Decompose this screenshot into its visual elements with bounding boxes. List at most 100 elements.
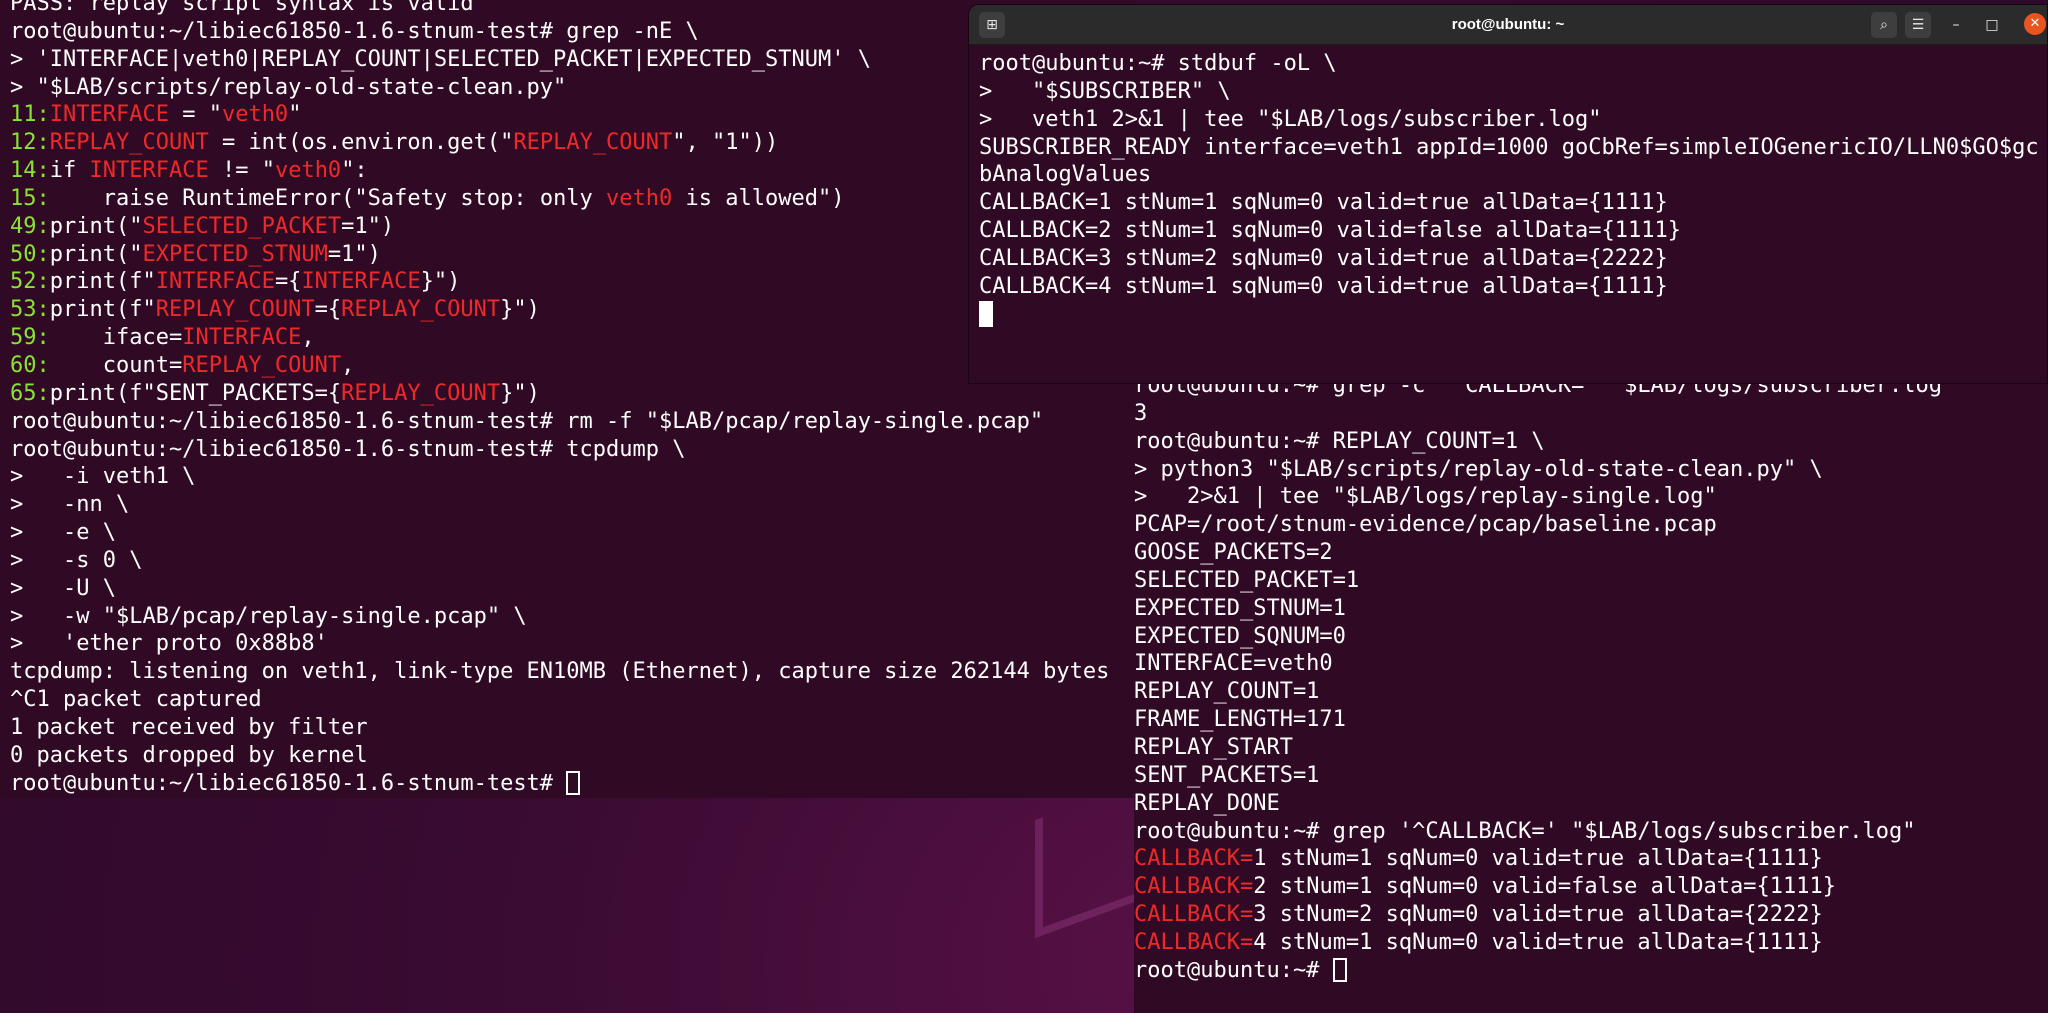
terminal-text: INTERFACE=veth0: [1134, 651, 1333, 677]
terminal-line: 12:REPLAY_COUNT = int(os.environ.get("RE…: [10, 129, 1135, 157]
terminal-line: root@ubuntu:~# grep '^CALLBACK=' "$LAB/l…: [1134, 818, 2048, 846]
grep-match-text: INTERFACE: [89, 158, 209, 184]
terminal-line: 49:print("SELECTED_PACKET=1"): [10, 213, 1135, 241]
terminal-line: 15: raise RuntimeError("Safety stop: onl…: [10, 185, 1135, 213]
terminal-text: root@ubuntu:~# grep '^CALLBACK=' "$LAB/l…: [1134, 818, 1916, 844]
terminal-line: [979, 300, 2047, 329]
terminal-text: > 'ether proto 0x88b8': [10, 631, 328, 657]
grep-match-text: CALLBACK=: [1134, 902, 1254, 928]
terminal-text: > "$SUBSCRIBER" \: [979, 78, 1231, 104]
terminal-line: tcpdump: listening on veth1, link-type E…: [10, 658, 1135, 686]
terminal-text: root@ubuntu:~/libiec61850-1.6-stnum-test…: [10, 436, 686, 462]
terminal-line: root@ubuntu:~/libiec61850-1.6-stnum-test…: [10, 18, 1135, 46]
line-number: 12:: [10, 130, 50, 156]
terminal-text: > -U \: [10, 575, 116, 601]
terminal-text: count=: [49, 352, 183, 378]
terminal-line: REPLAY_COUNT=1: [1134, 678, 2048, 706]
terminal-text: > "$LAB/scripts/replay-old-state-clean.p…: [10, 74, 567, 100]
close-icon: ✕: [2029, 16, 2041, 31]
terminal-bottom-right[interactable]: root@ubuntu:~# grep -c '^CALLBACK=' "$LA…: [1134, 372, 2048, 1013]
grep-match-text: INTERFACE: [301, 269, 421, 295]
line-number: 59:: [10, 325, 50, 351]
grep-match-text: veth0: [274, 158, 342, 184]
terminal-text: REPLAY_START: [1134, 734, 1293, 760]
hamburger-menu-icon: ☰: [1911, 17, 1925, 33]
terminal-window-top[interactable]: ⊞ root@ubuntu: ~ ⌕ ☰ – □ ✕ root@ubuntu:~…: [968, 4, 2048, 384]
terminal-text: EXPECTED_SQNUM=0: [1134, 623, 1346, 649]
terminal-line: > "$LAB/scripts/replay-old-state-clean.p…: [10, 74, 1135, 102]
terminal-text: CALLBACK=2 stNum=1 sqNum=0 valid=false a…: [979, 218, 1681, 244]
terminal-text: root@ubuntu:~/libiec61850-1.6-stnum-test…: [10, 770, 567, 796]
terminal-text: > python3 "$LAB/scripts/replay-old-state…: [1134, 456, 1823, 482]
terminal-text: PCAP=/root/stnum-evidence/pcap/baseline.…: [1134, 512, 1717, 538]
terminal-text: }"): [500, 297, 540, 323]
terminal-text: > 2>&1 | tee "$LAB/logs/replay-single.lo…: [1134, 484, 1717, 510]
grep-match-text: CALLBACK=: [1134, 929, 1254, 955]
grep-match-text: REPLAY_COUNT: [49, 130, 209, 156]
grep-match-text: EXPECTED_STNUM: [142, 241, 328, 267]
terminal-left[interactable]: PASS: replay script syntax is valid root@…: [0, 0, 1135, 798]
terminal-line: 65:print(f"SENT_PACKETS={REPLAY_COUNT}"): [10, 380, 1135, 408]
maximize-button[interactable]: □: [1980, 13, 2004, 37]
terminal-line: CALLBACK=4 stNum=1 sqNum=0 valid=true al…: [1134, 929, 2048, 957]
terminal-line: 3: [1134, 400, 2048, 428]
minimize-button[interactable]: –: [1944, 13, 1968, 37]
terminal-text: SENT_PACKETS=1: [1134, 762, 1320, 788]
terminal-text: ", "1")): [672, 130, 779, 156]
terminal-line: > -e \: [10, 519, 1135, 547]
terminal-line: > veth1 2>&1 | tee "$LAB/logs/subscriber…: [979, 106, 2047, 134]
terminal-line: ^C1 packet captured: [10, 686, 1135, 714]
line-number: 49:: [10, 213, 50, 239]
grep-match-text: veth0: [221, 102, 289, 128]
terminal-text: bAnalogValues: [979, 162, 1152, 188]
terminal-text: root@ubuntu:~/libiec61850-1.6-stnum-test…: [10, 408, 1044, 434]
terminal-text: ^C1 packet captured: [10, 687, 262, 713]
terminal-text: }"): [500, 380, 540, 406]
terminal-line: REPLAY_DONE: [1134, 790, 2048, 818]
terminal-line: > -U \: [10, 575, 1135, 603]
terminal-line: > python3 "$LAB/scripts/replay-old-state…: [1134, 456, 2048, 484]
terminal-text: 3: [1134, 400, 1148, 426]
terminal-line: root@ubuntu:~/libiec61850-1.6-stnum-test…: [10, 408, 1135, 436]
terminal-line: 0 packets dropped by kernel: [10, 742, 1135, 770]
line-number: 53:: [10, 297, 50, 323]
line-number: 15:: [10, 185, 50, 211]
grep-match-text: veth0: [606, 185, 673, 211]
line-number: 52:: [10, 269, 50, 295]
terminal-line: 52:print(f"INTERFACE={INTERFACE}"): [10, 268, 1135, 296]
window-titlebar[interactable]: ⊞ root@ubuntu: ~ ⌕ ☰ – □ ✕: [969, 5, 2047, 45]
terminal-text: > 'INTERFACE|veth0|REPLAY_COUNT|SELECTED…: [10, 46, 871, 72]
terminal-line: CALLBACK=3 stNum=2 sqNum=0 valid=true al…: [979, 245, 2047, 273]
terminal-line: CALLBACK=2 stNum=1 sqNum=0 valid=false a…: [1134, 873, 2048, 901]
menu-button[interactable]: ☰: [1905, 12, 1931, 38]
terminal-line: INTERFACE=veth0: [1134, 650, 2048, 678]
terminal-line: EXPECTED_STNUM=1: [1134, 595, 2048, 623]
terminal-text: root@ubuntu:~/libiec61850-1.6-stnum-test…: [10, 18, 699, 44]
terminal-cursor: [566, 770, 581, 795]
terminal-line: > 'INTERFACE|veth0|REPLAY_COUNT|SELECTED…: [10, 46, 1135, 74]
terminal-text: print(": [49, 213, 143, 239]
terminal-line: CALLBACK=1 stNum=1 sqNum=0 valid=true al…: [979, 189, 2047, 217]
terminal-text: CALLBACK=3 stNum=2 sqNum=0 valid=true al…: [979, 245, 1668, 271]
terminal-text: = int(os.environ.get(": [208, 130, 514, 156]
terminal-text: }"): [420, 269, 461, 295]
line-number: 60:: [10, 352, 50, 378]
terminal-line: GOOSE_PACKETS=2: [1134, 539, 2048, 567]
search-button[interactable]: ⌕: [1871, 12, 1897, 38]
terminal-text: root@ubuntu:~#: [1134, 957, 1333, 983]
terminal-text: print(f": [49, 269, 156, 295]
terminal-text: SELECTED_PACKET=1: [1134, 567, 1360, 593]
line-number: 65:: [10, 380, 50, 406]
terminal-line: > "$SUBSCRIBER" \: [979, 78, 2047, 106]
terminal-line: FRAME_LENGTH=171: [1134, 706, 2048, 734]
terminal-text: 3 stNum=2 sqNum=0 valid=true allData={22…: [1253, 902, 1823, 928]
close-button[interactable]: ✕: [2024, 13, 2046, 35]
terminal-line: PASS: replay script syntax is valid: [10, 0, 1135, 18]
line-number: 50:: [10, 241, 50, 267]
grep-match-text: REPLAY_COUNT: [513, 130, 673, 156]
terminal-text: =1"): [327, 241, 381, 267]
terminal-line: > -i veth1 \: [10, 463, 1135, 491]
grep-match-text: CALLBACK=: [1134, 846, 1254, 872]
terminal-line: > 2>&1 | tee "$LAB/logs/replay-single.lo…: [1134, 483, 2048, 511]
terminal-line: CALLBACK=4 stNum=1 sqNum=0 valid=true al…: [979, 273, 2047, 301]
